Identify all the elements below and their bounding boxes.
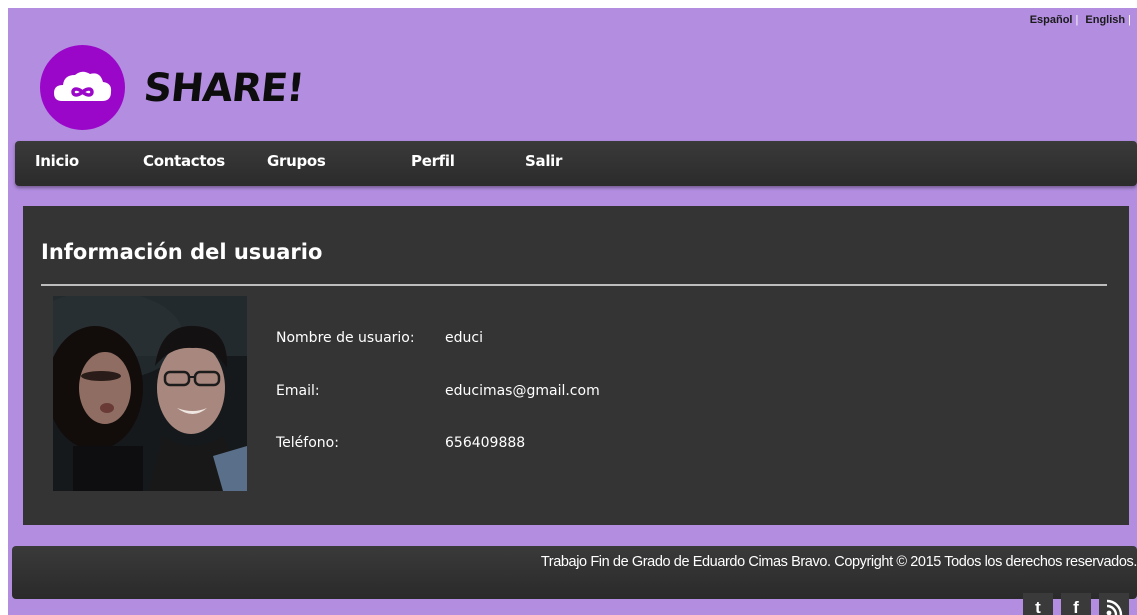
nav-item-contactos[interactable]: Contactos (143, 152, 225, 170)
title-divider (41, 284, 1107, 286)
nav-item-perfil[interactable]: Perfil (411, 152, 455, 170)
user-profile-photo (53, 296, 247, 491)
nav-item-salir[interactable]: Salir (525, 152, 562, 170)
rss-icon-glyph (1106, 599, 1123, 615)
logo[interactable] (40, 45, 125, 130)
footer: Trabajo Fin de Grado de Eduardo Cimas Br… (12, 546, 1137, 599)
username-label: Nombre de usuario: (276, 330, 415, 346)
language-separator: | (1075, 14, 1079, 26)
twitter-icon[interactable]: t (1023, 593, 1053, 615)
language-link-en[interactable]: English (1085, 14, 1125, 26)
facebook-glyph: f (1073, 598, 1079, 615)
facebook-icon[interactable]: f (1061, 593, 1091, 615)
email-label: Email: (276, 383, 320, 399)
phone-label: Teléfono: (276, 435, 339, 451)
nav-item-grupos[interactable]: Grupos (267, 152, 326, 170)
footer-copyright: Trabajo Fin de Grado de Eduardo Cimas Br… (540, 554, 1137, 570)
page: Español | English | SHARE! Inicio Contacto… (8, 8, 1137, 615)
language-separator: | (1128, 14, 1131, 26)
email-value: educimas@gmail.com (445, 383, 600, 399)
main-navigation: Inicio Contactos Grupos Perfil Salir (15, 141, 1137, 186)
username-value: educi (445, 330, 483, 346)
language-link-es[interactable]: Español (1030, 14, 1073, 26)
rss-icon[interactable] (1099, 593, 1129, 615)
cloud-infinity-icon (54, 71, 112, 101)
phone-value: 656409888 (445, 435, 526, 451)
nav-item-inicio[interactable]: Inicio (35, 152, 79, 170)
language-selector: Español | English | (1030, 14, 1135, 26)
page-title: Información del usuario (41, 240, 323, 264)
user-info-panel: Información del usuario Nombre de usuari… (23, 206, 1129, 525)
brand-name: SHARE! (141, 66, 306, 111)
